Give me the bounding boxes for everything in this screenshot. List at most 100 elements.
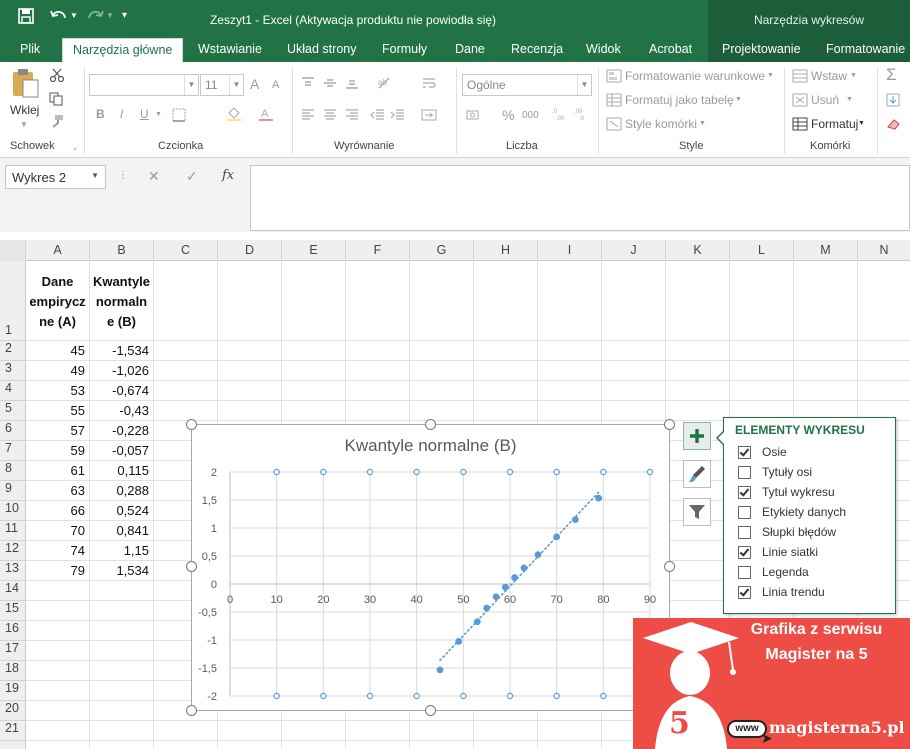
chart-resize-handle[interactable] [425,419,436,430]
cell-b[interactable]: 0,841 [90,523,153,538]
align-top-icon[interactable] [300,76,316,90]
conditional-format-icon[interactable] [606,69,622,83]
tab-dane[interactable]: Dane [455,42,485,56]
cell-b[interactable]: 1,534 [90,563,153,578]
name-box-dropdown-icon[interactable]: ▼ [91,171,99,180]
number-format-combo[interactable]: Ogólne ▼ [462,74,592,96]
tab-projektowanie[interactable]: Projektowanie [722,42,801,56]
tab-recenzja[interactable]: Recenzja [511,42,563,56]
row-header-4[interactable]: 4 [0,381,26,401]
cell-a[interactable]: 70 [26,523,89,538]
insert-cells-button[interactable]: Wstaw [811,69,847,83]
autosum-button[interactable]: Σ [886,65,897,85]
row-header-21[interactable]: 21 [0,721,26,741]
column-header-c[interactable]: C [154,240,218,261]
tab-uklad-strony[interactable]: Układ strony [287,42,356,56]
checkbox-unchecked-icon[interactable] [738,526,751,539]
row-header-1[interactable]: 1 [0,261,26,341]
chart-resize-handle[interactable] [664,561,675,572]
cell-styles-button[interactable]: Style komórki [625,117,697,131]
checkbox-checked-icon[interactable] [738,586,751,599]
row-header-9[interactable]: 9 [0,481,26,501]
chart-styles-button[interactable] [683,460,711,488]
underline-dropdown-icon[interactable]: ▼ [155,111,162,118]
cell-b[interactable]: -1,534 [90,343,153,358]
insert-cells-dropdown-icon[interactable]: ▼ [850,72,857,79]
underline-button[interactable]: U [140,107,149,121]
select-all-corner[interactable] [0,240,26,261]
cut-icon[interactable] [49,68,65,83]
cell-styles-dropdown-icon[interactable]: ▼ [699,120,706,127]
clear-icon[interactable] [886,117,902,131]
cell-styles-icon[interactable] [606,117,622,131]
tab-formuly[interactable]: Formuły [382,42,427,56]
row-header-12[interactable]: 12 [0,541,26,561]
cell-a[interactable]: 55 [26,403,89,418]
cell-b[interactable]: -1,026 [90,363,153,378]
cell-b[interactable]: 0,115 [90,463,153,478]
delete-cells-button[interactable]: Usuń [811,93,839,107]
confirm-entry-icon[interactable]: ✓ [186,168,198,185]
row-header-19[interactable]: 19 [0,681,26,701]
column-header-d[interactable]: D [218,240,282,261]
font-name-combo[interactable]: ▼ [89,74,199,96]
cell-a[interactable]: 74 [26,543,89,558]
fill-color-icon[interactable] [226,107,242,121]
align-bottom-icon[interactable] [344,76,360,90]
chart-resize-handle[interactable] [186,561,197,572]
cell-b[interactable]: -0,43 [90,403,153,418]
merge-center-icon[interactable] [421,108,437,122]
font-color-icon[interactable]: A [258,107,274,121]
percent-button[interactable]: % [502,107,514,123]
format-as-table-icon[interactable] [606,93,622,107]
cell-a[interactable]: 79 [26,563,89,578]
clipboard-launcher-icon[interactable]: ⌟ [73,142,77,151]
tab-acrobat[interactable]: Acrobat [649,42,692,56]
cell-a[interactable]: 63 [26,483,89,498]
column-header-e[interactable]: E [282,240,346,261]
wrap-text-icon[interactable] [421,76,437,90]
row-header-5[interactable]: 5 [0,401,26,421]
cancel-entry-icon[interactable]: ✕ [148,168,160,185]
chart-resize-handle[interactable] [425,705,436,716]
cell-b[interactable]: 0,524 [90,503,153,518]
tab-narzedzia-glowne[interactable]: Narzędzia główne [62,38,184,62]
row-header-18[interactable]: 18 [0,661,26,681]
cell-a[interactable]: 49 [26,363,89,378]
chart-resize-handle[interactable] [664,419,675,430]
format-as-table-dropdown-icon[interactable]: ▼ [735,96,742,103]
row-header-6[interactable]: 6 [0,421,26,441]
checkbox-checked-icon[interactable] [738,446,751,459]
chart-object[interactable]: Kwantyle normalne (B) 2 1,5 1 0,5 0 -0,5 -1 -1,… [191,424,670,711]
column-header-h[interactable]: H [474,240,538,261]
tab-formatowanie[interactable]: Formatowanie [826,42,905,56]
column-header-m[interactable]: M [794,240,858,261]
row-header-16[interactable]: 16 [0,621,26,641]
chart-elements-button[interactable] [683,422,711,450]
insert-cells-icon[interactable] [792,69,808,83]
tab-widok[interactable]: Widok [586,42,621,56]
column-header-a[interactable]: A [26,240,90,261]
row-header-15[interactable]: 15 [0,601,26,621]
row-header-2[interactable]: 2 [0,341,26,361]
column-header-l[interactable]: L [730,240,794,261]
align-center-icon[interactable] [322,108,338,122]
column-header-b[interactable]: B [90,240,154,261]
cell-a[interactable]: 66 [26,503,89,518]
chart-resize-handle[interactable] [186,419,197,430]
increase-decimal-icon[interactable]: ,0,00 [552,107,568,122]
grow-font-button[interactable]: A [250,76,259,92]
decrease-decimal-icon[interactable]: ,00,0 [574,107,590,122]
column-header-j[interactable]: J [602,240,666,261]
orientation-icon[interactable]: ab [377,76,393,90]
row-header-8[interactable]: 8 [0,461,26,481]
row-header-7[interactable]: 7 [0,441,26,461]
row-header-10[interactable]: 10 [0,501,26,521]
row-header-13[interactable]: 13 [0,561,26,581]
row-header-17[interactable]: 17 [0,641,26,661]
copy-icon[interactable] [49,92,65,106]
checkbox-checked-icon[interactable] [738,546,751,559]
row-header-3[interactable]: 3 [0,361,26,381]
chart-filters-button[interactable] [683,498,711,526]
thousands-separator-button[interactable]: 000 [522,110,539,121]
